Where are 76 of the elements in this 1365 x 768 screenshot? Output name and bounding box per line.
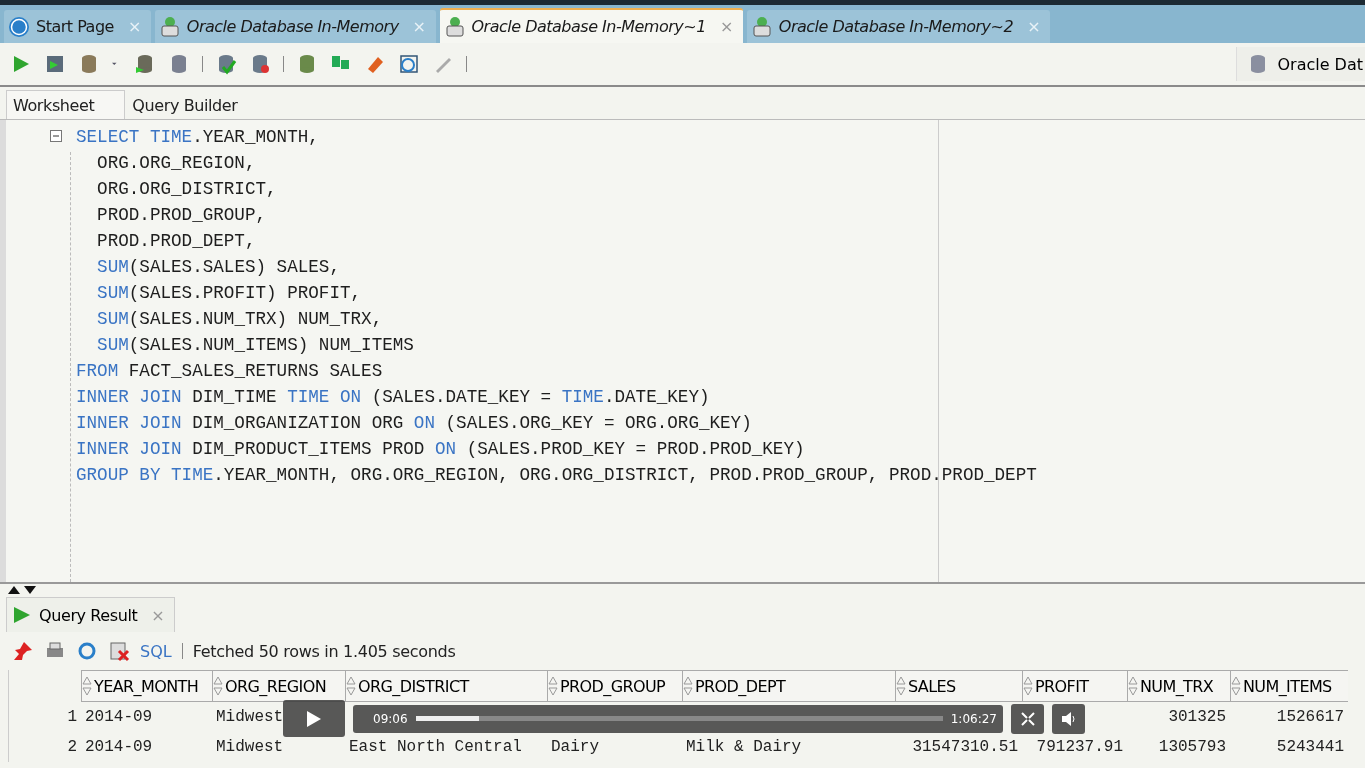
code-line: SUM(SALES.SALES) SALES,: [96, 256, 340, 279]
table-cell: 791237.91: [1036, 738, 1123, 756]
sort-icon: [1023, 676, 1033, 696]
code-line: PROD.PROD_DEPT,: [96, 230, 256, 253]
row-number: 2: [67, 738, 77, 756]
code-line: SUM(SALES.NUM_TRX) NUM_TRX,: [96, 308, 383, 331]
document-tab[interactable]: Oracle Database In-Memory ×: [154, 10, 436, 43]
code-line: SELECT TIME.YEAR_MONTH,: [76, 126, 319, 149]
collapse-arrows-icon: [1020, 711, 1035, 726]
code-line: ORG.ORG_DISTRICT,: [96, 178, 277, 201]
table-cell: 2014-09: [85, 738, 153, 756]
database-icon: [158, 15, 181, 38]
table-cell: 1305793: [1158, 738, 1226, 756]
document-tab[interactable]: Start Page ×: [4, 10, 151, 43]
column-header[interactable]: ORG_DISTRICT: [345, 670, 547, 702]
video-progress-bar[interactable]: 09:06 1:06:27: [353, 704, 1003, 733]
code-line: ORG.ORG_REGION,: [96, 152, 256, 175]
document-tab[interactable]: Oracle Database In-Memory~2 ×: [746, 10, 1051, 43]
elapsed-time: 09:06: [373, 711, 408, 726]
sort-icon: [82, 676, 92, 696]
pin-icon[interactable]: [12, 640, 34, 662]
table-cell: 1526617: [1276, 708, 1344, 726]
sql-link[interactable]: SQL: [140, 641, 172, 661]
code-line: INNER JOIN DIM_ORGANIZATION ORG ON (SALES.ORG_KEY = ORG.ORG_KEY): [76, 412, 752, 435]
sort-icon: [1128, 676, 1138, 696]
sort-icon: [548, 676, 558, 696]
column-header[interactable]: NUM_ITEMS: [1230, 670, 1348, 702]
column-header[interactable]: PROD_DEPT: [682, 670, 895, 702]
code-line: FROM FACT_SALES_RETURNS SALES: [76, 360, 383, 383]
column-header[interactable]: ORG_REGION: [212, 670, 345, 702]
status-text: Fetched 50 rows in 1.405 seconds: [192, 641, 456, 661]
result-tab[interactable]: Query Result ×: [6, 597, 176, 632]
code-line: SUM(SALES.PROFIT) PROFIT,: [96, 282, 362, 305]
play-button[interactable]: [283, 700, 345, 737]
code-line: SUM(SALES.NUM_ITEMS) NUM_ITEMS: [96, 334, 414, 357]
sort-icon: [683, 676, 693, 696]
sort-icon: [896, 676, 906, 696]
column-header[interactable]: NUM_TRX: [1127, 670, 1230, 702]
speaker-icon: [1060, 711, 1077, 726]
help-icon: [8, 15, 30, 38]
table-cell: Milk & Dairy: [686, 738, 802, 756]
table-cell: Midwest: [216, 708, 284, 726]
collapse-icon[interactable]: [50, 130, 62, 142]
code-line: GROUP BY TIME.YEAR_MONTH, ORG.ORG_REGION, ORG.ORG_DISTRICT, PROD.PROD_GROUP, PROD.PROD_DEPT: [76, 464, 1037, 487]
table-cell: Midwest: [216, 738, 284, 756]
splitter-arrows-icon[interactable]: [8, 586, 38, 594]
table-cell: 5243441: [1276, 738, 1344, 756]
editor-tab[interactable]: Query Builder: [125, 90, 269, 119]
table-cell: Dairy: [551, 738, 599, 756]
database-icon: [750, 15, 773, 38]
row-number: 1: [67, 708, 77, 726]
table-cell: 31547310.51: [912, 738, 1018, 756]
database-icon: [443, 15, 466, 38]
run-script-icon[interactable]: [44, 53, 66, 75]
connection-selector[interactable]: Oracle Dat: [1236, 47, 1365, 81]
progress-track[interactable]: [415, 716, 943, 721]
column-header[interactable]: SALES: [895, 670, 1022, 702]
column-header[interactable]: PROD_GROUP: [547, 670, 682, 702]
sort-icon: [346, 676, 356, 696]
code-line: INNER JOIN DIM_PRODUCT_ITEMS PROD ON (SALES.PROD_KEY = PROD.PROD_KEY): [76, 438, 805, 461]
table-cell: East North Central: [349, 738, 522, 756]
column-header[interactable]: PROFIT: [1022, 670, 1127, 702]
column-header[interactable]: YEAR_MONTH: [81, 670, 212, 702]
table-cell: 2014-09: [85, 708, 153, 726]
clear-icon[interactable]: [108, 640, 130, 662]
table-cell: 301325: [1168, 708, 1226, 726]
exit-fullscreen-button[interactable]: [1011, 703, 1044, 734]
editor-tab[interactable]: Worksheet: [6, 90, 126, 119]
volume-button[interactable]: [1052, 703, 1085, 734]
sort-icon: [1231, 676, 1241, 696]
document-tab[interactable]: Oracle Database In-Memory~1 ×: [439, 8, 743, 43]
play-icon: [307, 710, 321, 727]
code-line: PROD.PROD_GROUP,: [96, 204, 267, 227]
duration-time: 1:06:27: [950, 711, 997, 726]
sort-icon: [213, 676, 223, 696]
code-line: INNER JOIN DIM_TIME TIME ON (SALES.DATE_KEY = TIME.DATE_KEY): [76, 386, 710, 409]
